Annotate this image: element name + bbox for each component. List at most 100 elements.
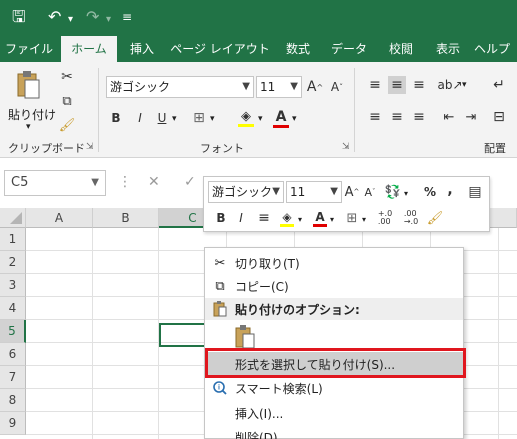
- increase-indent-icon[interactable]: ⇥: [462, 108, 480, 126]
- tab-review[interactable]: 校閲: [378, 36, 424, 62]
- name-box-value: C5: [11, 175, 29, 190]
- paste-button-label[interactable]: 貼り付け: [8, 106, 56, 123]
- comma-style-button[interactable]: ,: [444, 181, 456, 199]
- tab-insert[interactable]: 挿入: [122, 36, 162, 62]
- tab-page-layout[interactable]: ページ レイアウト: [168, 36, 272, 62]
- ribbon: 貼り付け ▾ ✂ ⧉ 🖌 クリップボード ⇲ 游ゴシック ▼ 11 ▼ A ^ A…: [0, 62, 517, 158]
- paste-option-default[interactable]: [205, 321, 463, 351]
- redo-icon[interactable]: ↷: [86, 7, 99, 27]
- group-divider: [98, 68, 99, 152]
- menu-item-label: 貼り付けのオプション:: [235, 303, 360, 317]
- row-header-8[interactable]: 8: [0, 389, 26, 412]
- format-painter-icon[interactable]: 🖌: [58, 116, 76, 134]
- chevron-down-icon: ▼: [91, 177, 99, 188]
- tab-home[interactable]: ホーム: [61, 36, 117, 62]
- tab-help[interactable]: ヘルプ: [474, 36, 517, 62]
- select-all-corner[interactable]: [0, 208, 26, 228]
- mini-fill-dropdown-icon[interactable]: ▾: [298, 215, 302, 224]
- shrink-font-button[interactable]: Aˇ: [328, 76, 346, 98]
- fill-color-dropdown-icon[interactable]: ▾: [258, 114, 263, 124]
- format-table-icon[interactable]: ▤: [466, 183, 484, 201]
- menu-item-smart-lookup[interactable]: i スマート検索(L): [205, 377, 463, 399]
- row-header-4[interactable]: 4: [0, 297, 26, 320]
- redo-dropdown-icon[interactable]: ▾: [106, 10, 111, 30]
- increase-decimal-button[interactable]: +.0 .00: [374, 209, 396, 227]
- tab-formulas[interactable]: 数式: [276, 36, 320, 62]
- decrease-decimal-button[interactable]: .00 →.0: [400, 209, 422, 227]
- row-header-9[interactable]: 9: [0, 412, 26, 435]
- accounting-format-icon[interactable]: 💱: [382, 183, 404, 201]
- font-color-icon[interactable]: A: [272, 106, 290, 130]
- column-header-a[interactable]: A: [26, 208, 93, 228]
- row-header-6[interactable]: 6: [0, 343, 26, 366]
- mini-format-painter-icon[interactable]: 🖌: [426, 209, 444, 227]
- grid-line: [498, 228, 499, 439]
- row-header-2[interactable]: 2: [0, 251, 26, 274]
- borders-icon[interactable]: ⊞: [190, 108, 208, 128]
- tab-data[interactable]: データ: [324, 36, 374, 62]
- orientation-dropdown-icon[interactable]: ▾: [462, 80, 467, 90]
- mini-shrink-font-button[interactable]: Aˇ: [362, 183, 378, 201]
- grow-font-button[interactable]: A ^: [306, 76, 324, 98]
- orientation-icon[interactable]: ab↗: [437, 76, 462, 94]
- undo-dropdown-icon[interactable]: ▾: [68, 10, 73, 30]
- copy-icon[interactable]: ⧉: [58, 92, 76, 110]
- mini-center-icon[interactable]: ≡: [256, 209, 272, 227]
- row-header-7[interactable]: 7: [0, 366, 26, 389]
- wrap-text-icon[interactable]: ↵: [490, 76, 508, 94]
- align-top-icon[interactable]: ≡: [366, 76, 384, 94]
- percent-style-button[interactable]: %: [422, 183, 438, 201]
- name-box[interactable]: C5 ▼: [4, 170, 106, 196]
- mini-font-size-combo[interactable]: 11 ▼: [286, 181, 342, 203]
- align-middle-icon[interactable]: ≡: [388, 76, 406, 94]
- cancel-icon[interactable]: ✕: [148, 174, 160, 190]
- tab-view[interactable]: 表示: [428, 36, 468, 62]
- row-header-5[interactable]: 5: [0, 320, 26, 343]
- merge-center-icon[interactable]: ⊟: [490, 108, 508, 126]
- mini-borders-icon[interactable]: ⊞: [344, 209, 360, 227]
- customize-qat-icon[interactable]: ≡: [122, 7, 132, 27]
- menu-item-insert[interactable]: 挿入(I)...: [205, 402, 463, 424]
- menu-item-delete[interactable]: 削除(D)...: [205, 426, 463, 439]
- row-header-3[interactable]: 3: [0, 274, 26, 297]
- italic-button[interactable]: I: [132, 108, 148, 128]
- column-header-b[interactable]: B: [93, 208, 159, 228]
- borders-dropdown-icon[interactable]: ▾: [210, 114, 215, 124]
- align-left-icon[interactable]: ≡: [366, 108, 384, 126]
- clipboard-launcher-icon[interactable]: ⇲: [86, 142, 94, 152]
- align-center-icon[interactable]: ≡: [388, 108, 406, 126]
- tab-file[interactable]: ファイル: [0, 36, 58, 62]
- mini-borders-dropdown-icon[interactable]: ▾: [362, 215, 366, 224]
- font-name-combo[interactable]: 游ゴシック ▼: [106, 76, 254, 98]
- mini-fill-color-icon[interactable]: ◈: [278, 207, 296, 229]
- more-options-icon[interactable]: ⋮: [118, 174, 132, 190]
- undo-icon[interactable]: ↶: [48, 7, 61, 27]
- fill-color-icon[interactable]: ◈: [236, 106, 256, 130]
- mini-bold-button[interactable]: B: [214, 209, 228, 227]
- decrease-indent-icon[interactable]: ⇤: [440, 108, 458, 126]
- mini-italic-button[interactable]: I: [234, 209, 248, 227]
- row-header-1[interactable]: 1: [0, 228, 26, 251]
- cut-icon[interactable]: ✂: [58, 68, 76, 86]
- mini-grow-font-button[interactable]: A ^: [344, 183, 360, 201]
- font-color-dropdown-icon[interactable]: ▾: [292, 114, 297, 124]
- paste-dropdown-icon[interactable]: ▾: [26, 122, 31, 132]
- underline-dropdown-icon[interactable]: ▾: [172, 114, 177, 124]
- align-bottom-icon[interactable]: ≡: [410, 76, 428, 94]
- menu-header-paste-options: 貼り付けのオプション:: [205, 298, 463, 320]
- menu-item-copy[interactable]: ⧉ コピー(C): [205, 275, 463, 297]
- enter-icon[interactable]: ✓: [184, 174, 196, 190]
- menu-item-cut[interactable]: ✂ 切り取り(T): [205, 252, 463, 274]
- font-launcher-icon[interactable]: ⇲: [342, 142, 350, 152]
- paste-icon[interactable]: [14, 70, 42, 100]
- mini-font-name-combo[interactable]: 游ゴシック ▼: [208, 181, 284, 203]
- align-right-icon[interactable]: ≡: [410, 108, 428, 126]
- underline-button[interactable]: U: [154, 108, 170, 128]
- font-size-combo[interactable]: 11 ▼: [256, 76, 302, 98]
- clipboard-group-label: クリップボード: [8, 142, 85, 155]
- bold-button[interactable]: B: [108, 108, 124, 128]
- mini-font-color-icon[interactable]: A: [312, 207, 328, 229]
- mini-font-color-dropdown-icon[interactable]: ▾: [330, 215, 334, 224]
- save-icon[interactable]: 🖫: [12, 7, 26, 27]
- accounting-dropdown-icon[interactable]: ▾: [404, 189, 408, 198]
